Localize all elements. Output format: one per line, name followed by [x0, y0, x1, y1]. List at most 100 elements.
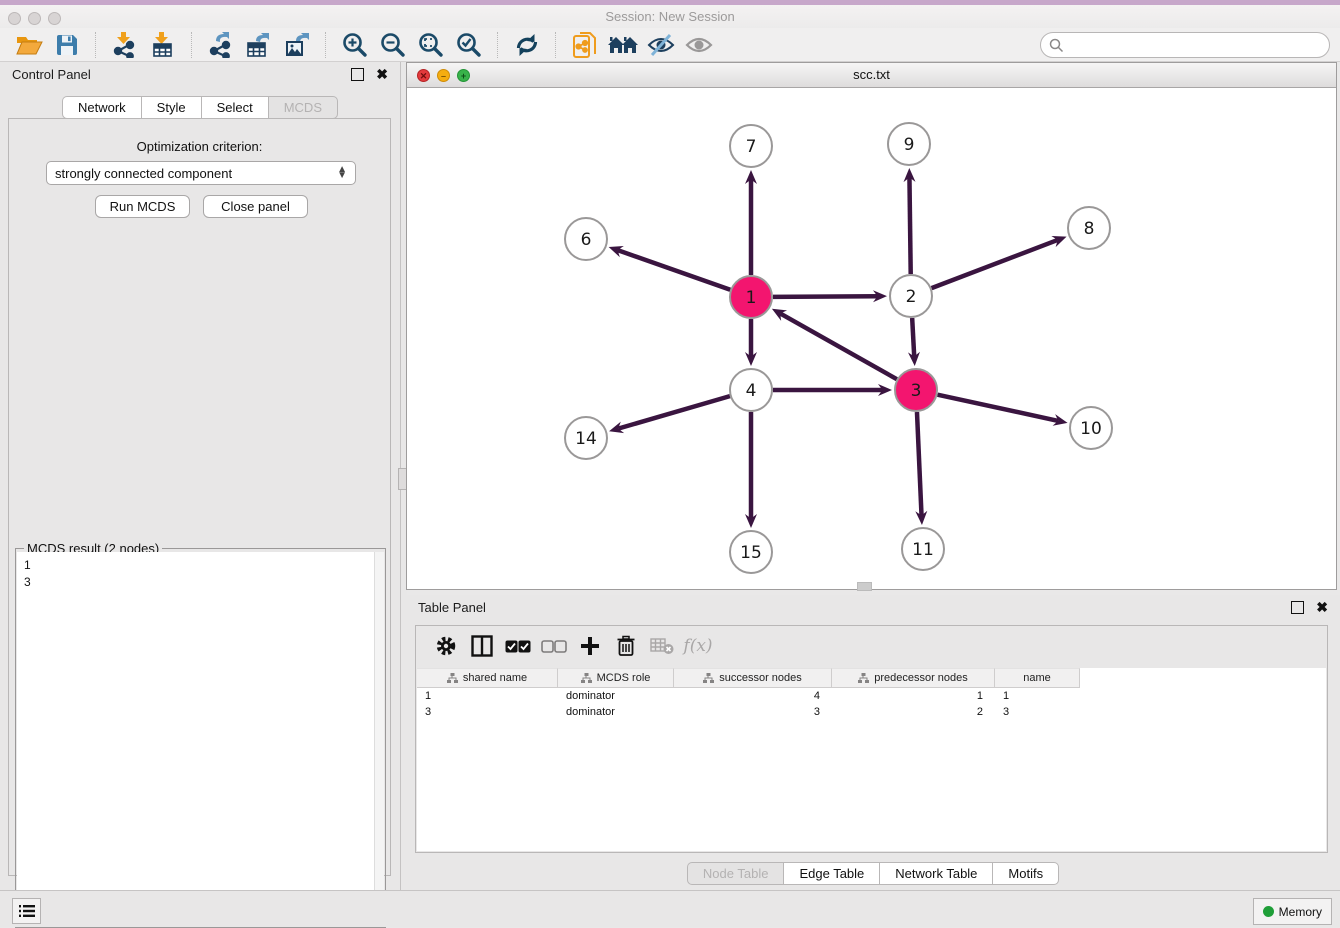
- import-network-button[interactable]: [108, 30, 142, 60]
- tab-style[interactable]: Style: [141, 96, 201, 119]
- table-tab-network-table[interactable]: Network Table: [879, 862, 992, 885]
- edge-1-2[interactable]: [773, 296, 878, 297]
- eye-slash-icon: [647, 34, 675, 56]
- table-cell[interactable]: 1: [995, 688, 1080, 704]
- export-table-icon: [246, 32, 272, 58]
- zoom-selected-button[interactable]: [452, 30, 486, 60]
- search-input[interactable]: [1064, 34, 1329, 56]
- column-label: successor nodes: [719, 672, 802, 684]
- zoom-out-icon: [380, 32, 406, 58]
- delete-table-button[interactable]: [644, 631, 680, 661]
- table-tab-motifs[interactable]: Motifs: [992, 862, 1059, 885]
- select-all-button[interactable]: [500, 631, 536, 661]
- close-panel-icon[interactable]: ✖: [376, 69, 388, 80]
- edge-4-14[interactable]: [618, 396, 730, 428]
- refresh-layout-button[interactable]: [510, 30, 544, 60]
- criterion-select[interactable]: strongly connected component ▲▼: [46, 161, 356, 185]
- show-graphics-details-button[interactable]: [682, 30, 716, 60]
- export-network-button[interactable]: [204, 30, 238, 60]
- table-cell[interactable]: 1: [832, 688, 995, 704]
- zoom-in-button[interactable]: [338, 30, 372, 60]
- hide-graphics-details-button[interactable]: [644, 30, 678, 60]
- column-header-mcds-role[interactable]: MCDS role: [558, 668, 674, 688]
- tab-mcds[interactable]: MCDS: [268, 96, 338, 119]
- column-header-successor-nodes[interactable]: successor nodes: [674, 668, 832, 688]
- table-cell[interactable]: 1: [417, 688, 558, 704]
- import-table-button[interactable]: [146, 30, 180, 60]
- table-cell[interactable]: 3: [995, 704, 1080, 720]
- checked-boxes-icon: [505, 640, 531, 653]
- deselect-all-button[interactable]: [536, 631, 572, 661]
- edge-3-1[interactable]: [780, 313, 897, 379]
- tab-network[interactable]: Network: [62, 96, 141, 119]
- table-settings-button[interactable]: [428, 631, 464, 661]
- edge-2-9[interactable]: [909, 177, 910, 274]
- graph-node-label: 6: [581, 230, 592, 250]
- memory-button[interactable]: Memory: [1253, 898, 1332, 925]
- column-header-predecessor-nodes[interactable]: predecessor nodes: [832, 668, 995, 688]
- table-cell[interactable]: 3: [417, 704, 558, 720]
- graph-node-label: 11: [912, 540, 934, 560]
- float-table-panel-icon[interactable]: [1291, 601, 1304, 614]
- table-cell[interactable]: 3: [674, 704, 832, 720]
- export-image-button[interactable]: [280, 30, 314, 60]
- table-row[interactable]: 3dominator323: [417, 704, 1326, 720]
- edge-2-3[interactable]: [912, 318, 914, 357]
- add-column-button[interactable]: [572, 631, 608, 661]
- table-tab-node-table[interactable]: Node Table: [687, 862, 784, 885]
- table-cell[interactable]: dominator: [558, 688, 674, 704]
- column-label: name: [1023, 672, 1051, 684]
- select-stepper-icon: ▲▼: [337, 167, 347, 179]
- refresh-icon: [514, 32, 540, 58]
- table-tab-edge-table[interactable]: Edge Table: [783, 862, 879, 885]
- zoom-fit-button[interactable]: [414, 30, 448, 60]
- export-table-button[interactable]: [242, 30, 276, 60]
- criterion-value: strongly connected component: [55, 166, 232, 181]
- task-history-button[interactable]: [12, 898, 41, 924]
- table-panel: Table Panel ✖: [406, 595, 1340, 890]
- save-session-button[interactable]: [50, 30, 84, 60]
- network-resize-grip[interactable]: [857, 582, 872, 591]
- table-row[interactable]: 1dominator411: [417, 688, 1326, 704]
- status-bar: Memory: [0, 890, 1340, 927]
- optimization-criterion-label: Optimization criterion:: [9, 139, 390, 154]
- table-panel-tabs: Node TableEdge TableNetwork TableMotifs: [406, 862, 1340, 885]
- table-panel-title: Table Panel: [418, 600, 486, 615]
- function-builder-button[interactable]: f(x): [680, 631, 716, 661]
- nested-networks-button[interactable]: [606, 30, 640, 60]
- column-header-name[interactable]: name: [995, 668, 1080, 688]
- network-graph[interactable]: 1234678910111415: [407, 88, 1336, 589]
- run-mcds-button[interactable]: Run MCDS: [95, 195, 190, 218]
- close-table-panel-icon[interactable]: ✖: [1316, 602, 1328, 613]
- close-panel-button[interactable]: Close panel: [203, 195, 308, 218]
- open-session-button[interactable]: [12, 30, 46, 60]
- trash-icon: [616, 635, 636, 657]
- search-field[interactable]: [1040, 32, 1330, 58]
- export-network-icon: [208, 32, 234, 58]
- table-cell[interactable]: 4: [674, 688, 832, 704]
- search-icon: [1049, 38, 1064, 53]
- list-icon: [19, 904, 35, 918]
- table-panel-content: f(x) shared nameMCDS role successor nodes…: [415, 625, 1328, 853]
- split-panel-button[interactable]: [464, 631, 500, 661]
- zoom-out-button[interactable]: [376, 30, 410, 60]
- network-view-window: ✕ – + scc.txt 1234678910111415: [406, 62, 1337, 590]
- clone-network-button[interactable]: [568, 30, 602, 60]
- edge-3-11[interactable]: [917, 412, 922, 516]
- plus-icon: [580, 636, 600, 656]
- graph-node-label: 7: [746, 137, 757, 157]
- tab-select[interactable]: Select: [201, 96, 268, 119]
- table-header-row: shared nameMCDS role successor nodes prede…: [417, 668, 1326, 688]
- float-panel-icon[interactable]: [351, 68, 364, 81]
- column-label: predecessor nodes: [874, 672, 968, 684]
- table-cell[interactable]: dominator: [558, 704, 674, 720]
- table-cell[interactable]: 2: [832, 704, 995, 720]
- edge-2-8[interactable]: [932, 240, 1058, 288]
- result-scrollbar[interactable]: [374, 552, 384, 926]
- edge-3-10[interactable]: [937, 395, 1058, 421]
- graph-node-label: 15: [740, 543, 762, 563]
- delete-column-button[interactable]: [608, 631, 644, 661]
- column-header-shared-name[interactable]: shared name: [417, 668, 558, 688]
- edge-1-6[interactable]: [618, 250, 731, 290]
- shared-column-icon: [447, 673, 458, 684]
